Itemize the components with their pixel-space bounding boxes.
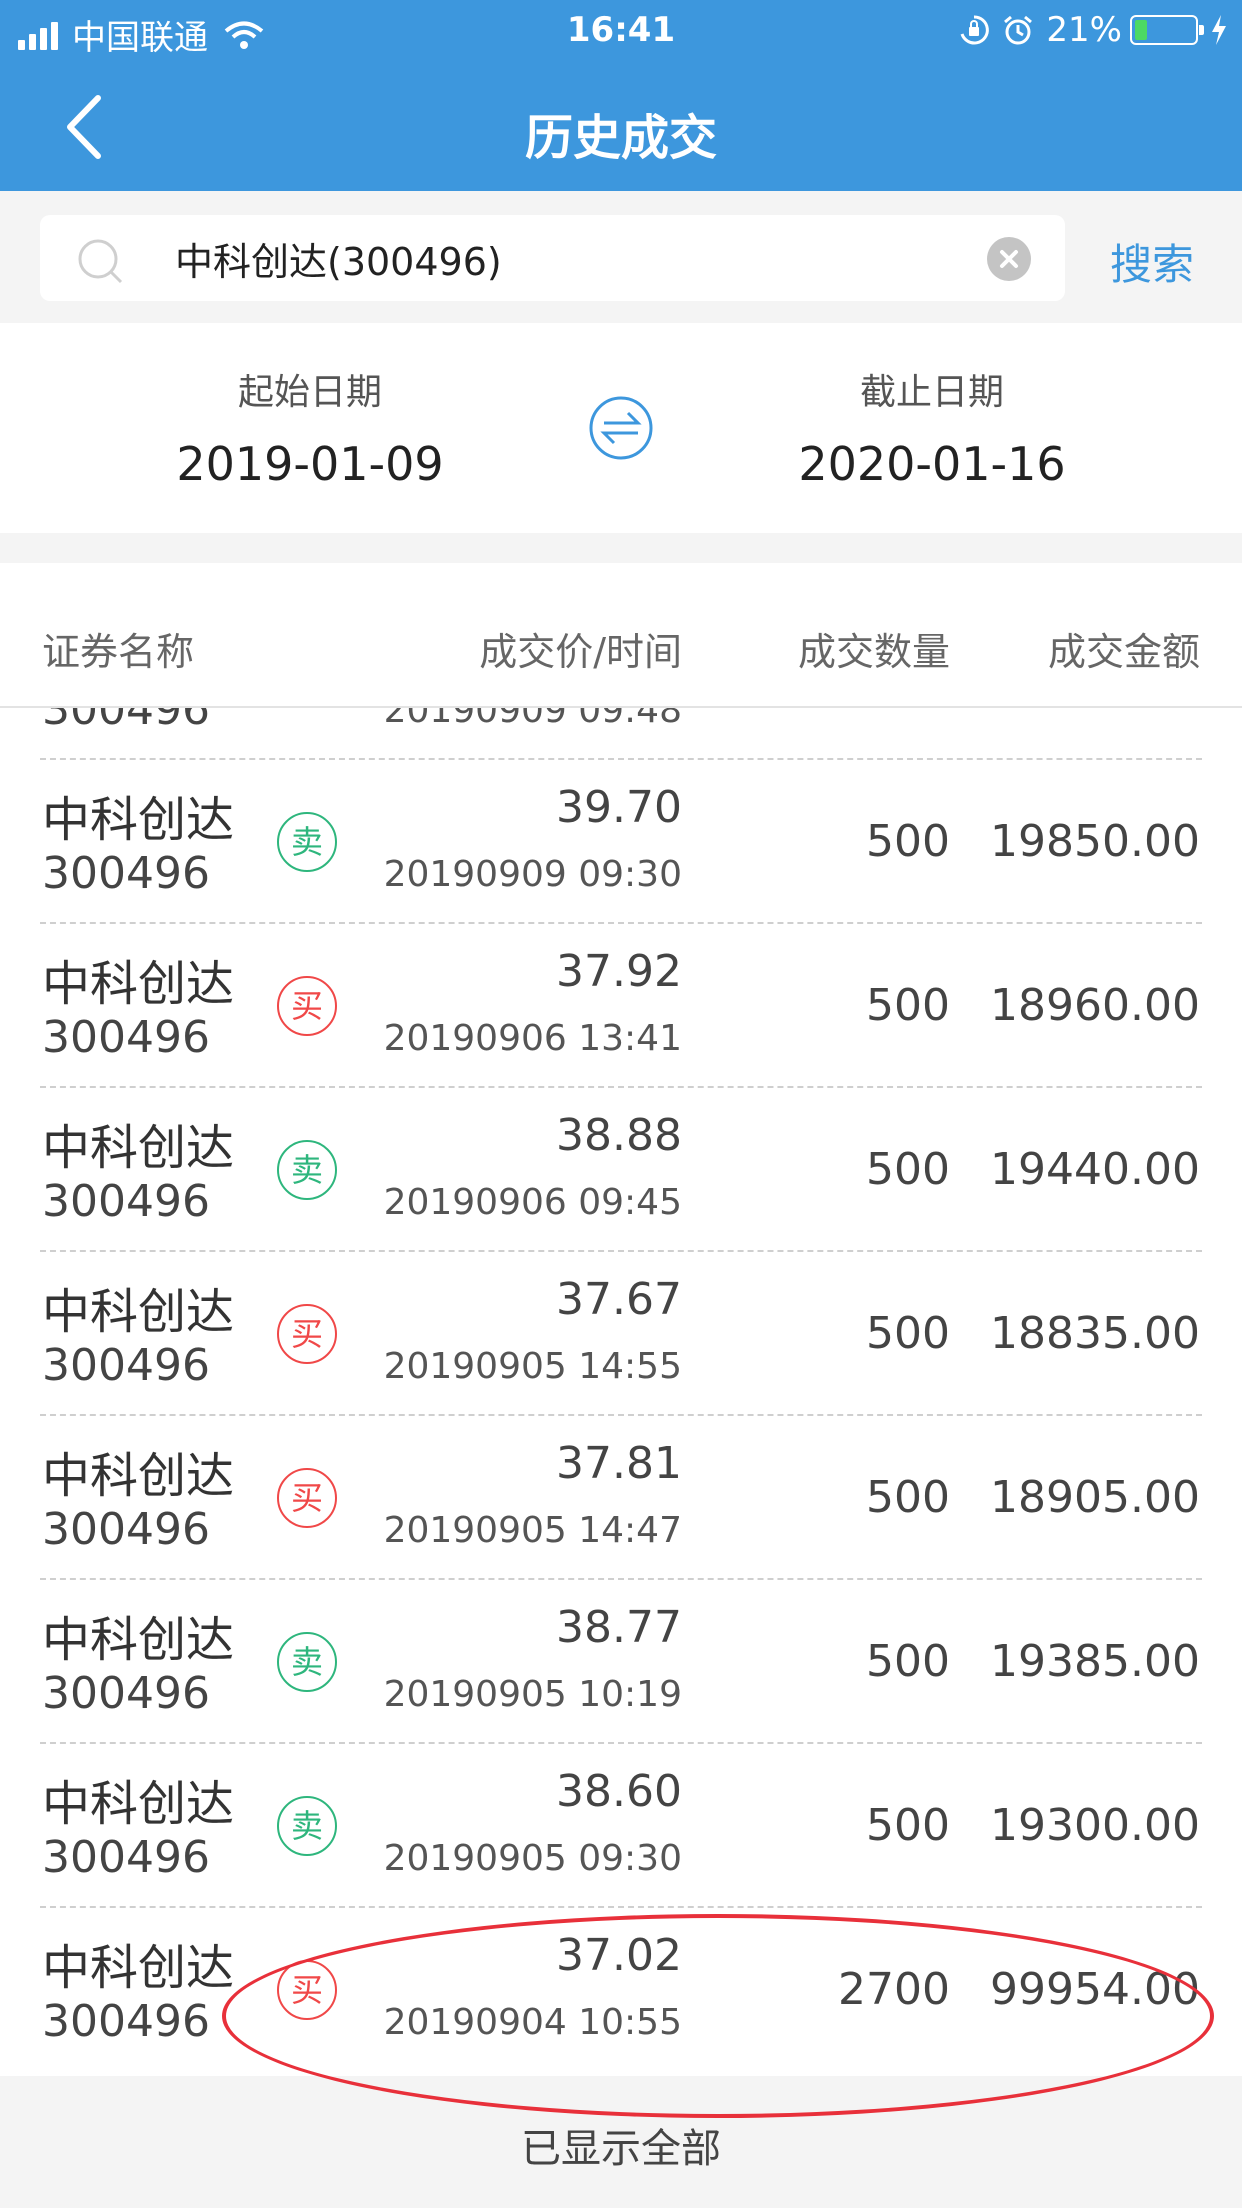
row-code: 300496 (42, 1832, 210, 1883)
table-row[interactable]: 中科创达 300496 买 37.92 20190906 13:41 500 18960.0… (0, 924, 1242, 1088)
search-input[interactable] (175, 229, 995, 287)
side-badge: 买 (277, 976, 337, 1036)
table-row[interactable]: 中科创达 300496 买 37.02 20190904 10:55 2700 99954.… (0, 1908, 1242, 2072)
row-name: 中科创达 (42, 1284, 235, 1340)
table-row[interactable]: 中科创达 300496 卖 38.77 20190905 10:19 500 19385.0… (0, 1580, 1242, 1744)
row-time: 20190906 09:45 (383, 1182, 682, 1223)
start-date-value[interactable]: 2019-01-09 (130, 437, 490, 491)
row-code: 300496 (42, 1176, 210, 1227)
row-time: 20190909 09:30 (383, 854, 682, 895)
table-row[interactable]: 中科创达 300496 买 37.67 20190905 14:55 500 18835.0… (0, 1252, 1242, 1416)
row-qty: 500 (866, 980, 950, 1031)
row-code: 300496 (42, 1340, 210, 1391)
row-time: 20190905 14:55 (383, 1346, 682, 1387)
alarm-icon (1004, 15, 1033, 45)
side-badge: 买 (277, 1304, 337, 1364)
section-divider (0, 533, 1242, 563)
header-amount: 成交金额 (1047, 630, 1200, 674)
end-date-label: 截止日期 (859, 372, 1004, 413)
side-badge: 卖 (277, 812, 337, 872)
header-qty: 成交数量 (797, 630, 950, 674)
header-name: 证券名称 (42, 630, 195, 674)
row-code: 300496 (42, 848, 210, 899)
row-price: 38.60 (556, 1766, 682, 1817)
row-price: 38.88 (556, 1110, 682, 1161)
row-qty: 500 (866, 1144, 950, 1195)
search-icon (78, 239, 123, 284)
row-name: 中科创达 (42, 1940, 235, 1996)
row-name: 中科创达 (42, 956, 235, 1012)
list-end-label: 已显示全部 (0, 2076, 1242, 2208)
row-amount: 99954.00 (990, 1964, 1200, 2015)
row-time: 20190905 10:19 (383, 1674, 682, 1715)
table-row[interactable]: 中科创达 300496 卖 38.88 20190906 09:45 500 19440.0… (0, 1088, 1242, 1252)
table-row[interactable]: 中科创达 300496 卖 39.70 20190909 09:30 500 19850.0… (0, 760, 1242, 924)
start-date-picker[interactable]: 起始日期 2019-01-09 (130, 363, 490, 491)
page-title: 历史成交 (524, 110, 717, 166)
swap-icon[interactable] (588, 395, 654, 461)
row-name: 中科创达 (42, 1120, 235, 1176)
row-code: 300496 (42, 1668, 210, 1719)
table-row[interactable]: 中科创达 300496 卖 38.60 20190905 09:30 500 19300.0… (0, 1744, 1242, 1908)
row-qty: 500 (866, 1636, 950, 1687)
start-date-label: 起始日期 (237, 372, 382, 413)
row-name: 中科创达 (42, 1776, 235, 1832)
search-button[interactable]: 搜索 (1110, 231, 1194, 292)
row-amount: 18835.00 (990, 1308, 1200, 1359)
row-time: 20190906 13:41 (383, 1018, 682, 1059)
row-price: 38.77 (556, 1602, 682, 1653)
side-badge: 卖 (277, 1632, 337, 1692)
side-badge: 买 (277, 1960, 337, 2020)
status-bar: 中国联通 16:41 21% (0, 0, 1242, 62)
row-amount: 19300.00 (990, 1800, 1200, 1851)
side-badge: 卖 (277, 1796, 337, 1856)
row-qty: 500 (866, 1308, 950, 1359)
table-header: 证券名称 成交价/时间 成交数量 成交金额 (0, 563, 1242, 708)
row-time: 20190905 14:47 (383, 1510, 682, 1551)
row-amount: 18960.00 (990, 980, 1200, 1031)
row-name: 中科创达 (42, 1448, 235, 1504)
table-row-partial: 300496 20190909 09:48 (0, 708, 1242, 760)
row-code: 300496 (42, 1996, 210, 2047)
row-price: 37.92 (556, 946, 682, 997)
charging-icon (1212, 15, 1226, 45)
row-code: 300496 (42, 1012, 210, 1063)
row-price: 37.81 (556, 1438, 682, 1489)
row-time: 20190909 09:48 (383, 708, 682, 731)
row-time: 20190904 10:55 (383, 2002, 682, 2043)
row-amount: 18905.00 (990, 1472, 1200, 1523)
row-price: 37.67 (556, 1274, 682, 1325)
row-name: 中科创达 (42, 792, 235, 848)
header-price-time: 成交价/时间 (479, 630, 682, 674)
search-bar (0, 191, 1242, 323)
row-amount: 19385.00 (990, 1636, 1200, 1687)
orientation-lock-icon (960, 15, 990, 45)
table-row[interactable]: 中科创达 300496 买 37.81 20190905 14:47 500 18905.0… (0, 1416, 1242, 1580)
row-name: 中科创达 (42, 1612, 235, 1668)
app-header: 中国联通 16:41 21% 历史成交 (0, 0, 1242, 191)
trade-list[interactable]: 300496 20190909 09:48 中科创达 300496 卖 39.70 20… (0, 708, 1242, 2076)
end-date-picker[interactable]: 截止日期 2020-01-16 (752, 363, 1112, 491)
battery-icon (1130, 15, 1204, 45)
row-qty: 500 (866, 816, 950, 867)
row-qty: 2700 (838, 1964, 950, 2015)
side-badge: 买 (277, 1468, 337, 1528)
search-box (40, 215, 1065, 301)
row-price: 39.70 (556, 782, 682, 833)
row-time: 20190905 09:30 (383, 1838, 682, 1879)
side-badge: 卖 (277, 1140, 337, 1200)
row-amount: 19440.00 (990, 1144, 1200, 1195)
row-code: 300496 (42, 708, 210, 735)
row-qty: 500 (866, 1472, 950, 1523)
battery-percent: 21% (1046, 10, 1122, 50)
clear-icon[interactable] (987, 237, 1031, 281)
row-code: 300496 (42, 1504, 210, 1555)
end-date-value[interactable]: 2020-01-16 (752, 437, 1112, 491)
row-amount: 19850.00 (990, 816, 1200, 867)
row-price: 37.02 (556, 1930, 682, 1981)
date-range: 起始日期 2019-01-09 截止日期 2020-01-16 (0, 323, 1242, 533)
row-qty: 500 (866, 1800, 950, 1851)
